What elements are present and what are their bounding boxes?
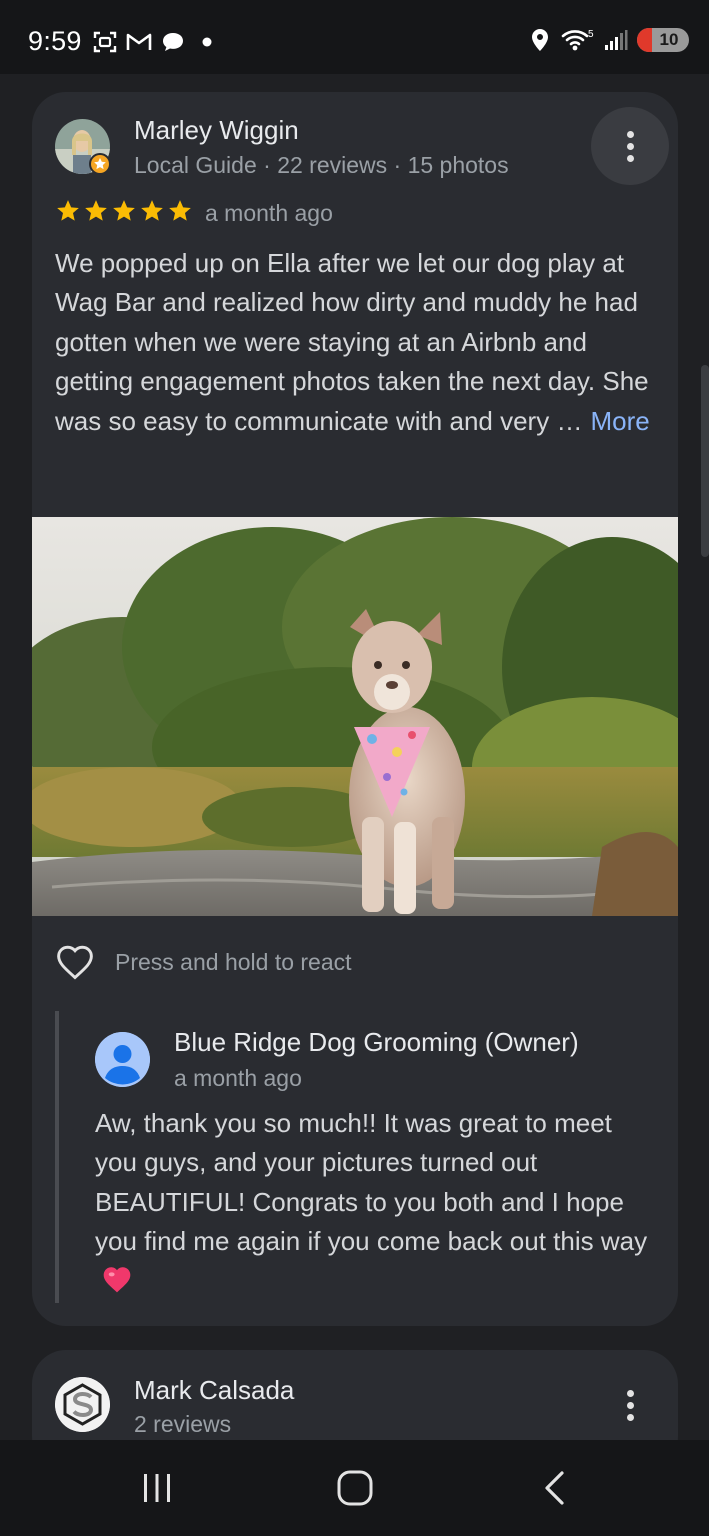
chat-icon <box>160 30 186 54</box>
recent-apps-icon <box>144 1474 170 1502</box>
back-button[interactable] <box>524 1462 584 1514</box>
review-text: We popped up on Ella after we let our do… <box>55 244 665 441</box>
back-icon <box>545 1471 564 1505</box>
reviewer-stats: Local Guide · 22 reviews · 15 photos <box>134 152 509 178</box>
scrollbar[interactable] <box>701 365 709 557</box>
owner-reply-text: Aw, thank you so much!! It was great to … <box>95 1104 655 1305</box>
screenshot-icon <box>92 30 118 54</box>
home-button[interactable] <box>325 1462 385 1514</box>
battery-indicator: 10 <box>637 28 689 52</box>
owner-reply-body: Aw, thank you so much!! It was great to … <box>95 1108 648 1257</box>
owner-reply-time: a month ago <box>174 1065 302 1091</box>
location-icon <box>527 28 553 52</box>
review-menu-button[interactable] <box>591 1366 669 1444</box>
star-rating <box>55 198 193 224</box>
star-icon <box>57 200 79 221</box>
status-time: 9:59 <box>28 26 82 56</box>
reviewer-stats: 2 reviews <box>134 1411 232 1437</box>
local-guide-badge-icon <box>89 153 111 175</box>
review-card: Marley Wiggin Local Guide · 22 reviews ·… <box>32 92 678 1326</box>
home-icon <box>337 1470 373 1506</box>
star-icon <box>141 200 163 221</box>
star-icon <box>169 200 191 221</box>
network-type-label: 5 <box>588 29 594 40</box>
reviewer-name[interactable]: Mark Calsada <box>134 1375 294 1406</box>
owner-name: Blue Ridge Dog Grooming (Owner) <box>174 1027 579 1057</box>
star-icon <box>85 200 107 221</box>
battery-level: 10 <box>659 30 679 49</box>
star-icon <box>113 200 135 221</box>
owner-avatar <box>95 1032 150 1087</box>
navigation-bar <box>0 1440 709 1536</box>
review-menu-button[interactable] <box>591 107 669 185</box>
heart-outline-icon <box>57 945 93 980</box>
reviewer-name[interactable]: Marley Wiggin <box>134 115 299 146</box>
review-body: We popped up on Ella after we let our do… <box>55 248 649 436</box>
review-time: a month ago <box>205 200 333 226</box>
react-button[interactable]: Press and hold to react <box>55 944 352 980</box>
recent-apps-button[interactable] <box>127 1462 187 1514</box>
wifi-icon: 5 <box>561 28 595 52</box>
signal-icon <box>603 28 629 52</box>
notification-dot-icon <box>194 30 220 54</box>
gmail-icon <box>126 30 152 54</box>
owner-reply: Blue Ridge Dog Grooming (Owner) a month … <box>55 1011 655 1303</box>
reviewer-avatar[interactable] <box>55 1377 110 1432</box>
status-bar: 9:59 5 10 <box>0 0 709 74</box>
heart-emoji-icon <box>101 1264 133 1305</box>
react-label: Press and hold to react <box>115 948 352 975</box>
review-photo[interactable] <box>32 517 678 916</box>
more-link[interactable]: More <box>590 406 649 436</box>
